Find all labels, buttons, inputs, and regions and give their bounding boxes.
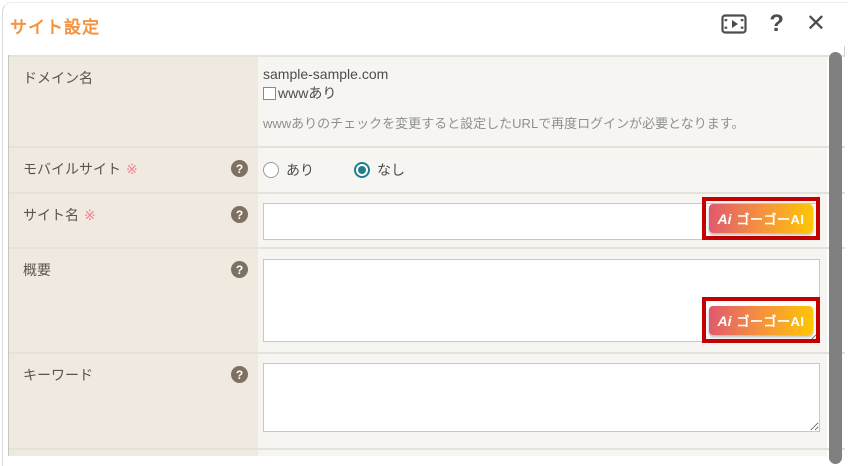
- keywords-content-cell: [258, 354, 827, 448]
- mobile-site-label: モバイルサイト※: [23, 159, 138, 179]
- required-mark: ※: [126, 161, 138, 177]
- domain-value: sample-sample.com: [263, 65, 827, 84]
- site-name-label: サイト名※: [23, 205, 96, 225]
- annotation-highlight-site-name: Ai ゴーゴーAI: [702, 197, 820, 240]
- table-row-mobile-site: モバイルサイト※ ? あり なし: [9, 146, 845, 192]
- mobile-site-label-cell: モバイルサイト※ ?: [9, 148, 258, 192]
- radio-option-ari[interactable]: あり: [263, 160, 314, 180]
- header-icons: ? ✕: [721, 14, 826, 34]
- required-mark: ※: [84, 207, 96, 223]
- radio-option-nashi[interactable]: なし: [354, 160, 405, 180]
- summary-help-icon[interactable]: ?: [231, 261, 248, 278]
- mobile-site-help-icon[interactable]: ?: [231, 160, 248, 177]
- help-icon[interactable]: ?: [769, 14, 784, 34]
- table-row-keywords: キーワード ?: [9, 352, 845, 448]
- domain-label-cell: ドメイン名: [9, 57, 258, 146]
- radio-label[interactable]: あり: [286, 160, 314, 180]
- keywords-label: キーワード: [23, 365, 93, 385]
- www-checkbox-label[interactable]: wwwあり: [278, 84, 336, 103]
- table-row-partial: [9, 448, 845, 456]
- site-name-label-cell: サイト名※ ?: [9, 194, 258, 247]
- close-icon[interactable]: ✕: [806, 14, 826, 34]
- ai-logo-icon: Ai: [717, 211, 731, 227]
- annotation-highlight-summary: Ai ゴーゴーAI: [702, 297, 820, 343]
- site-settings-table: ドメイン名 sample-sample.com wwwあり wwwありのチェック…: [8, 55, 845, 456]
- page-title: サイト設定: [10, 13, 100, 38]
- vertical-scrollbar-thumb[interactable]: [829, 52, 842, 464]
- www-checkbox[interactable]: [263, 87, 276, 100]
- gogo-ai-button-summary[interactable]: Ai ゴーゴーAI: [709, 306, 813, 335]
- keywords-help-icon[interactable]: ?: [231, 366, 248, 383]
- radio-icon-selected[interactable]: [354, 162, 370, 178]
- summary-label-cell: 概要 ?: [9, 249, 258, 352]
- gogo-ai-button-label: ゴーゴーAI: [736, 209, 804, 228]
- www-note: wwwありのチェックを変更すると設定したURLで再度ログインが必要となります。: [263, 115, 827, 133]
- mobile-site-radio-group: あり なし: [263, 160, 827, 180]
- domain-content-cell: sample-sample.com wwwあり wwwありのチェックを変更すると…: [258, 57, 827, 146]
- radio-icon[interactable]: [263, 162, 279, 178]
- video-tutorial-icon[interactable]: [721, 14, 747, 34]
- summary-label: 概要: [23, 260, 51, 280]
- radio-label[interactable]: なし: [377, 160, 405, 180]
- table-row-domain: ドメイン名 sample-sample.com wwwあり wwwありのチェック…: [9, 55, 845, 146]
- gogo-ai-button-label: ゴーゴーAI: [736, 311, 804, 330]
- site-name-help-icon[interactable]: ?: [231, 206, 248, 223]
- keywords-textarea[interactable]: [263, 363, 820, 432]
- mobile-site-content-cell: あり なし: [258, 148, 827, 192]
- keywords-label-cell: キーワード ?: [9, 354, 258, 448]
- gogo-ai-button-site-name[interactable]: Ai ゴーゴーAI: [709, 204, 813, 233]
- ai-logo-icon: Ai: [717, 313, 731, 329]
- domain-label: ドメイン名: [23, 68, 93, 88]
